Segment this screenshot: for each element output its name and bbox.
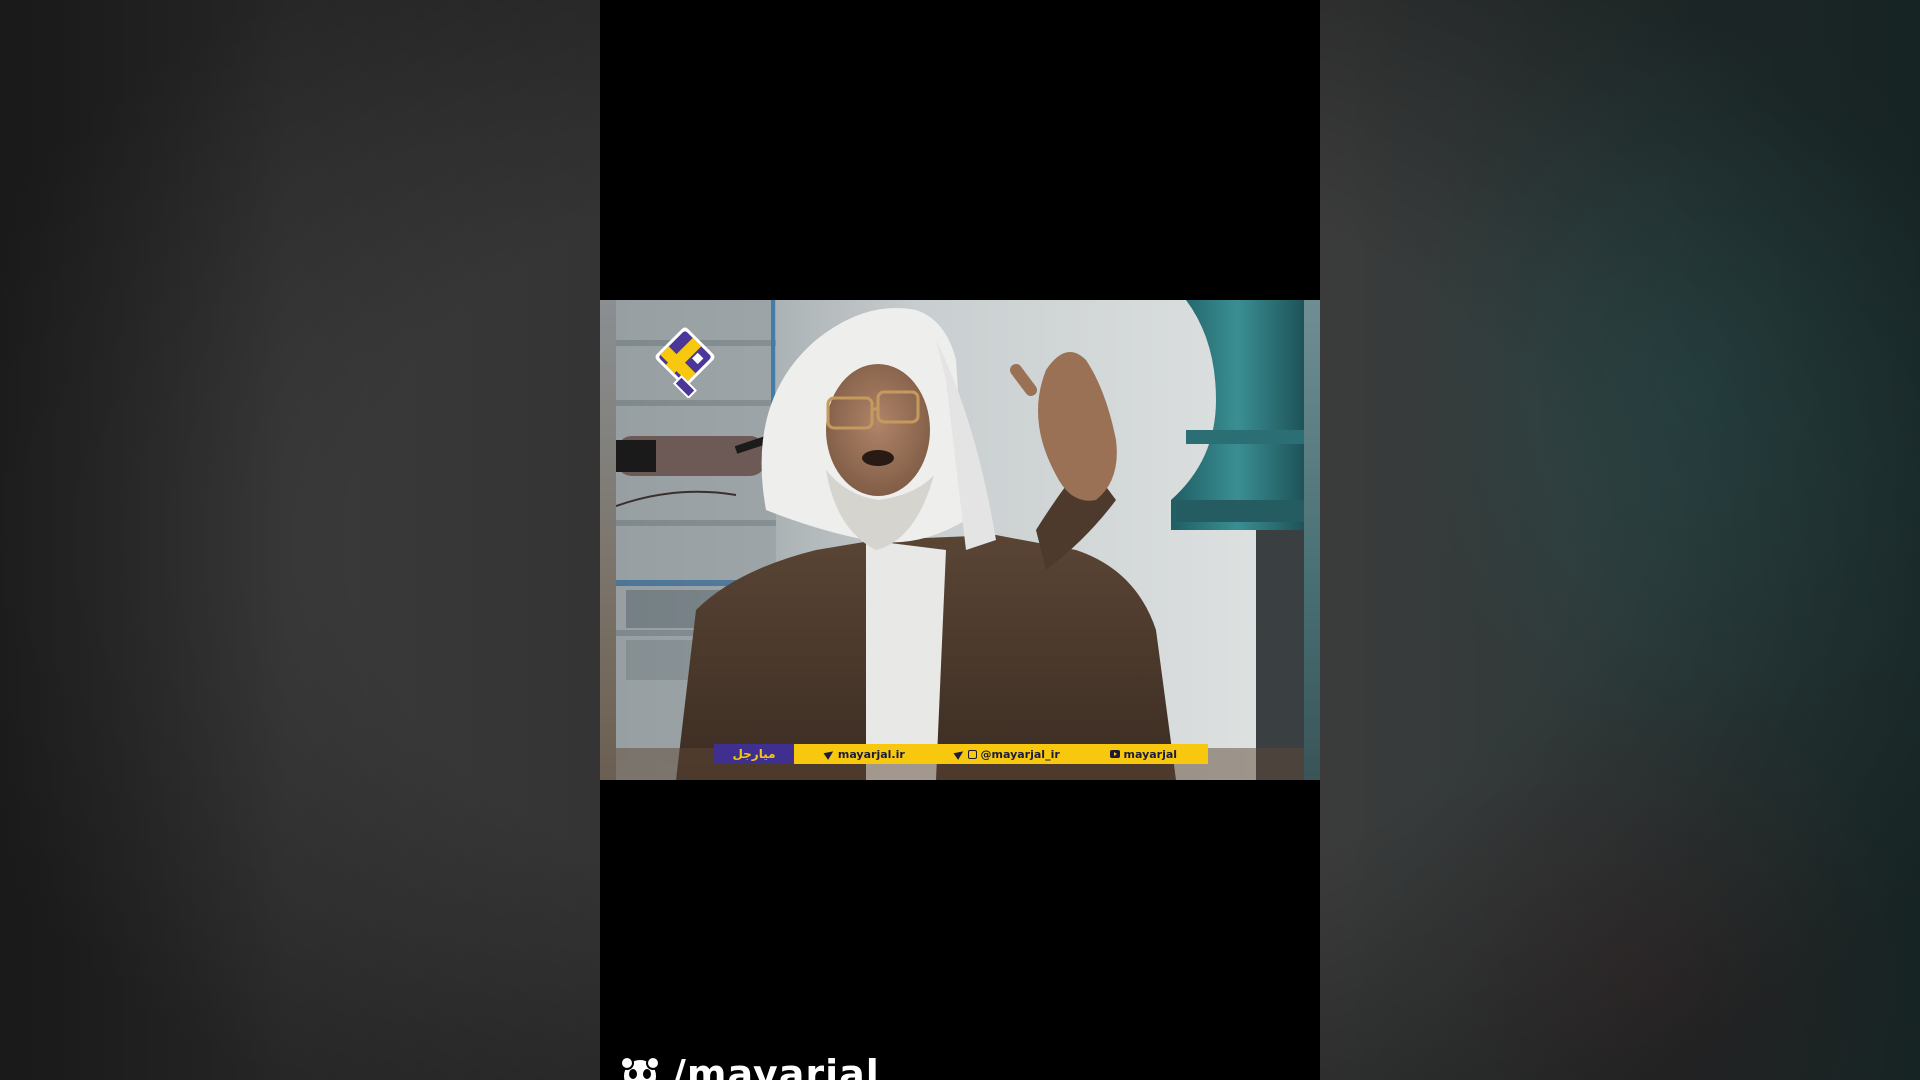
watermark-text: /mayarjal xyxy=(672,1052,880,1080)
frame-edge-left xyxy=(600,300,616,780)
mouth xyxy=(862,450,894,466)
social-ticker: میارجل mayarjal.ir @mayarjal_ir mayarjal xyxy=(714,744,1208,764)
screen: میارجل mayarjal.ir @mayarjal_ir mayarjal xyxy=(0,0,1920,1080)
video-frame: میارجل mayarjal.ir @mayarjal_ir mayarjal xyxy=(600,300,1320,780)
frame-edge-right xyxy=(1304,300,1320,780)
channel-watermark: /mayarjal xyxy=(618,1052,880,1080)
ticker-item-youtube-text: mayarjal xyxy=(1123,747,1178,761)
ticker-item-website-text: mayarjal.ir xyxy=(837,747,905,761)
ticker-item-telegram-text: @mayarjal_ir xyxy=(980,747,1060,761)
ticker-item-telegram: @mayarjal_ir xyxy=(955,748,1060,761)
ticker-item-website: mayarjal.ir xyxy=(825,748,905,761)
instagram-icon xyxy=(967,749,977,759)
ticker-bar: mayarjal.ir @mayarjal_ir mayarjal xyxy=(794,744,1208,764)
telegram-icon xyxy=(955,750,964,759)
ticker-item-youtube: mayarjal xyxy=(1109,747,1178,761)
panda-icon xyxy=(620,1056,660,1080)
send-icon xyxy=(825,750,834,759)
video-player[interactable]: میارجل mayarjal.ir @mayarjal_ir mayarjal xyxy=(600,0,1320,1080)
face xyxy=(826,364,930,496)
ticker-brand: میارجل xyxy=(714,744,794,764)
youtube-icon xyxy=(1109,750,1120,758)
mayarjal-logo-icon xyxy=(655,327,715,398)
